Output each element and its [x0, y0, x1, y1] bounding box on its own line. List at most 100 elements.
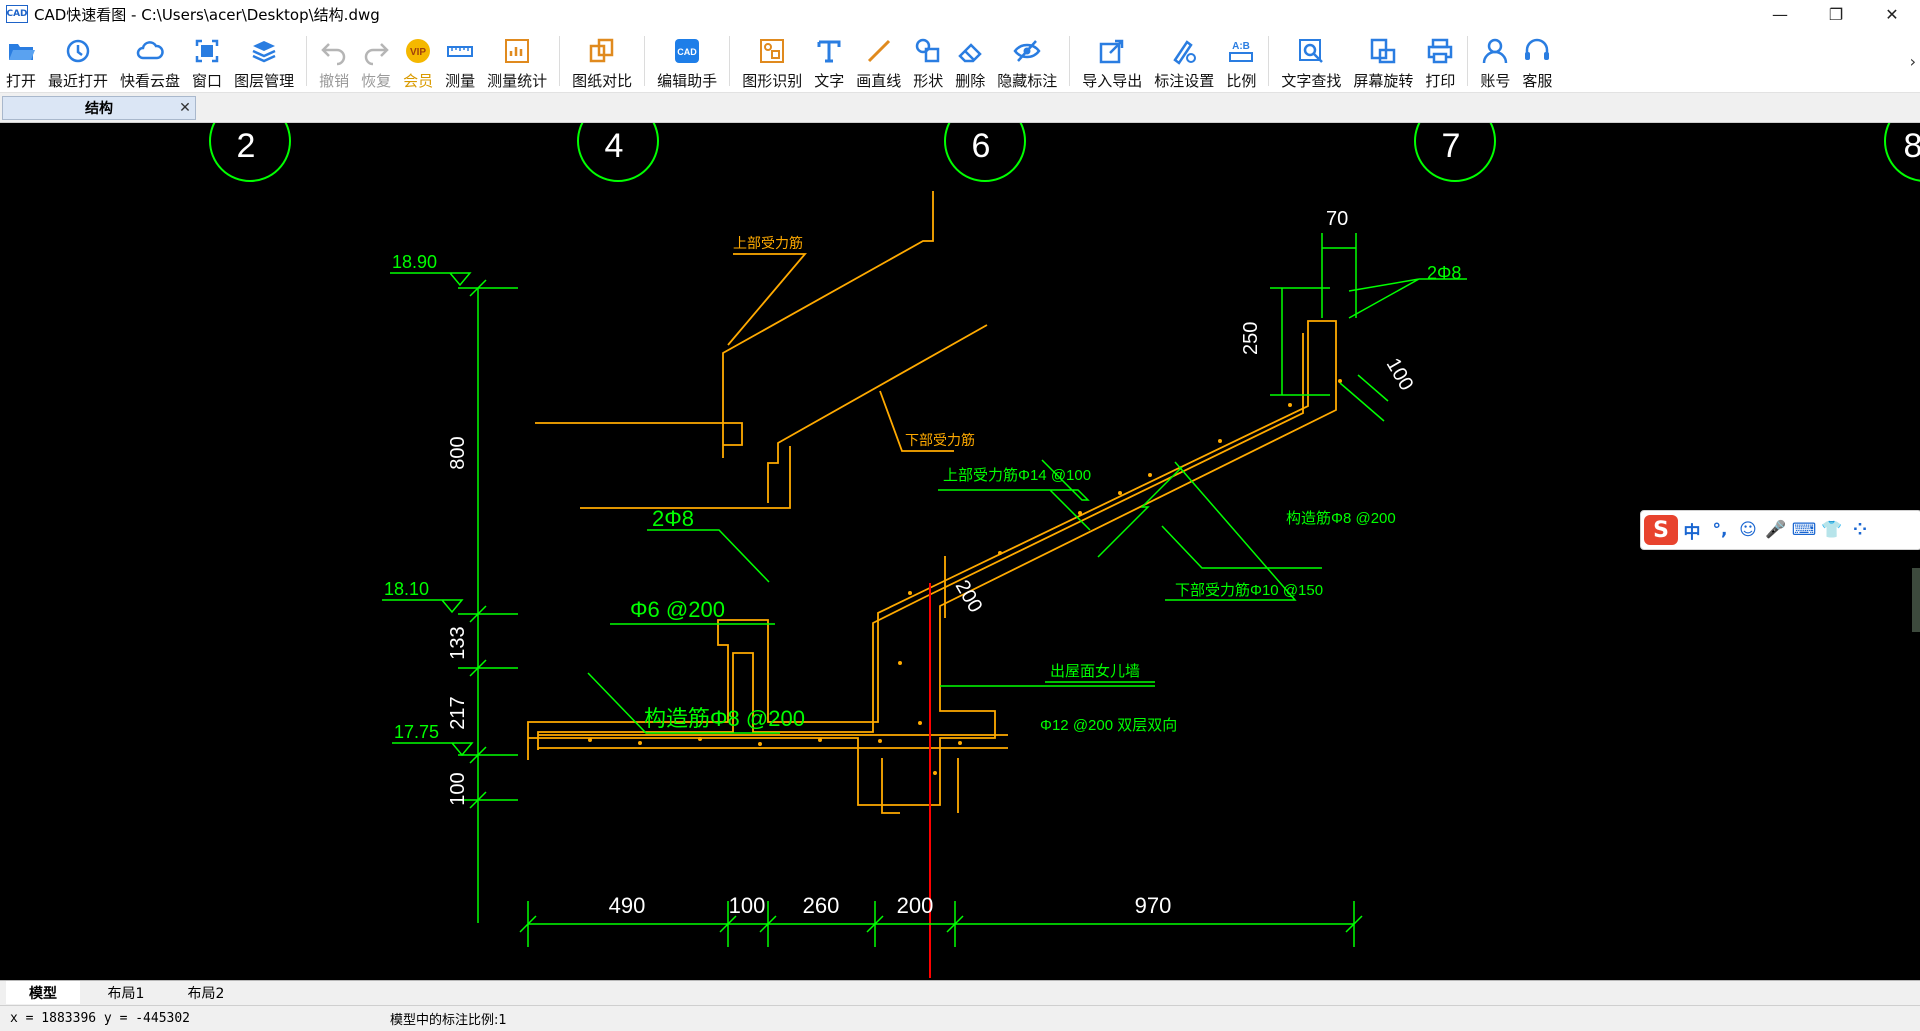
axis-bubbles — [209, 123, 1920, 182]
annotation-settings-icon — [1173, 40, 1197, 65]
window-button[interactable]: 窗口 — [186, 28, 228, 92]
cursor-coordinates: x = 1883396 y = -445302 — [10, 1011, 191, 1026]
ime-voice-icon[interactable]: 🎤 — [1762, 520, 1790, 540]
document-tab-label: 结构 — [85, 101, 113, 117]
eye-hide-icon — [1013, 40, 1041, 62]
minimize-button[interactable]: — — [1752, 0, 1808, 28]
toolbar-more-button[interactable]: › — [1910, 52, 1916, 71]
upper-main-bar-label: 上部受力筋 — [733, 235, 803, 251]
parapet-label: 出屋面女儿墙 — [1050, 662, 1140, 680]
section-outline — [527, 320, 1337, 814]
bdim-970: 970 — [1135, 893, 1172, 918]
layer-manager-button[interactable]: 图层管理 — [228, 28, 300, 92]
vip-button[interactable]: VIP 会员 — [397, 28, 439, 92]
toolbar-separator — [729, 36, 731, 86]
open-button[interactable]: 打开 — [0, 28, 42, 92]
headset-icon — [1525, 38, 1550, 60]
text-search-icon — [1299, 39, 1324, 63]
bottom-dims — [519, 901, 1363, 947]
folder-open-icon — [9, 44, 35, 60]
window-controls: — ❐ ✕ — [1752, 0, 1920, 28]
delete-button[interactable]: 删除 — [949, 28, 991, 92]
axis-label-7: 7 — [1442, 127, 1461, 165]
restore-button[interactable]: ❐ — [1808, 0, 1864, 28]
axis-label-6: 6 — [972, 127, 991, 165]
vdim-100: 100 — [447, 772, 469, 805]
scale-button[interactable]: A:B 比例 — [1220, 28, 1262, 92]
scale-ab-icon: A:B — [1229, 41, 1254, 62]
left-bars-label: 2Φ8 — [652, 506, 694, 531]
status-bar: x = 1883396 y = -445302 模型中的标注比例:1 — [0, 1005, 1920, 1031]
rdim-100: 100 — [1382, 355, 1418, 395]
ruler-icon — [447, 46, 474, 57]
close-tab-icon[interactable]: ✕ — [175, 100, 195, 116]
tab-document[interactable]: 结构 ✕ — [2, 96, 196, 120]
tab-model[interactable]: 模型 — [6, 981, 80, 1004]
ime-punctuation-icon[interactable]: °, — [1706, 520, 1734, 540]
vdim-800: 800 — [447, 436, 469, 469]
ime-emoji-icon[interactable]: ☺ — [1734, 520, 1762, 540]
measure-button[interactable]: 测量 — [439, 28, 481, 92]
window-fit-icon — [195, 39, 219, 63]
shape-recognize-button[interactable]: 图形识别 — [736, 28, 808, 92]
ime-skin-icon[interactable]: 👕 — [1818, 520, 1846, 540]
screen-rotate-button[interactable]: 屏幕旋转 — [1347, 28, 1419, 92]
stirrup-label: Φ6 @200 — [630, 597, 725, 622]
elevation-17-75: 17.75 — [394, 722, 439, 742]
toolbar-separator — [1268, 36, 1270, 86]
tab-layout2[interactable]: 布局2 — [166, 981, 246, 1004]
toolbar-separator — [644, 36, 646, 86]
tab-layout1[interactable]: 布局1 — [86, 981, 166, 1004]
shape-button[interactable]: 形状 — [907, 28, 949, 92]
vip-badge-icon: VIP — [406, 39, 431, 63]
edit-assistant-button[interactable]: CAD 编辑助手 — [651, 28, 723, 92]
ime-toolbar[interactable]: S 中 °, ☺ 🎤 ⌨ 👕 ⁘ — [1640, 510, 1920, 550]
toolbar-separator — [306, 36, 308, 86]
text-search-button[interactable]: 文字查找 — [1275, 28, 1347, 92]
bdim-490: 490 — [609, 893, 646, 918]
side-volume-meter — [1912, 568, 1920, 632]
customer-service-button[interactable]: 客服 — [1516, 28, 1558, 92]
drawing-canvas[interactable]: 2 4 6 7 8 18.90 18.10 17.75 800 133 217 … — [0, 123, 1920, 980]
compare-button[interactable]: 图纸对比 — [566, 28, 638, 92]
recent-open-button[interactable]: 最近打开 — [42, 28, 114, 92]
print-button[interactable]: 打印 — [1419, 28, 1461, 92]
undo-button[interactable]: 撤销 — [313, 28, 355, 92]
vdim-217: 217 — [447, 696, 469, 729]
account-button[interactable]: 账号 — [1474, 28, 1516, 92]
eraser-icon — [958, 43, 983, 63]
right-dims — [1270, 233, 1467, 422]
printer-icon — [1428, 38, 1453, 64]
ime-logo-icon[interactable]: S — [1644, 515, 1678, 545]
text-button[interactable]: 文字 — [808, 28, 850, 92]
undo-icon — [321, 43, 346, 66]
bdim-260: 260 — [803, 893, 840, 918]
close-window-button[interactable]: ✕ — [1864, 0, 1920, 28]
rdim-70: 70 — [1326, 208, 1348, 230]
parapet-spec-label: Φ12 @200 双层双向 — [1040, 717, 1177, 734]
cloud-disk-button[interactable]: 快看云盘 — [114, 28, 186, 92]
cloud-icon — [136, 41, 164, 60]
import-export-icon — [1100, 39, 1124, 64]
elevation-18-10: 18.10 — [384, 579, 429, 599]
annotation-settings-button[interactable]: 标注设置 — [1148, 28, 1220, 92]
redo-button[interactable]: 恢复 — [355, 28, 397, 92]
measure-stats-button[interactable]: 测量统计 — [481, 28, 553, 92]
ime-menu-icon[interactable]: ⁘ — [1846, 520, 1874, 540]
ime-keyboard-icon[interactable]: ⌨ — [1790, 520, 1818, 540]
ime-chinese-mode[interactable]: 中 — [1678, 518, 1706, 543]
draw-line-button[interactable]: 画直线 — [850, 28, 907, 92]
clock-history-icon — [66, 39, 90, 63]
bdim-200: 200 — [897, 893, 934, 918]
lower-main-spec-label: 下部受力筋Φ10 @150 — [1175, 582, 1323, 599]
svg-text:A:B: A:B — [1232, 41, 1250, 52]
hide-annotation-button[interactable]: 隐藏标注 — [991, 28, 1063, 92]
elevation-18-90: 18.90 — [392, 252, 437, 272]
line-icon — [867, 39, 890, 63]
toolbar-separator — [559, 36, 561, 86]
axis-label-2: 2 — [237, 127, 256, 165]
dist-bar-label: 构造筋Φ8 @200 — [1286, 510, 1396, 527]
import-export-button[interactable]: 导入导出 — [1076, 28, 1148, 92]
vdim-133: 133 — [447, 626, 469, 659]
window-title: CAD快速看图 - C:\Users\acer\Desktop\结构.dwg — [34, 5, 380, 24]
